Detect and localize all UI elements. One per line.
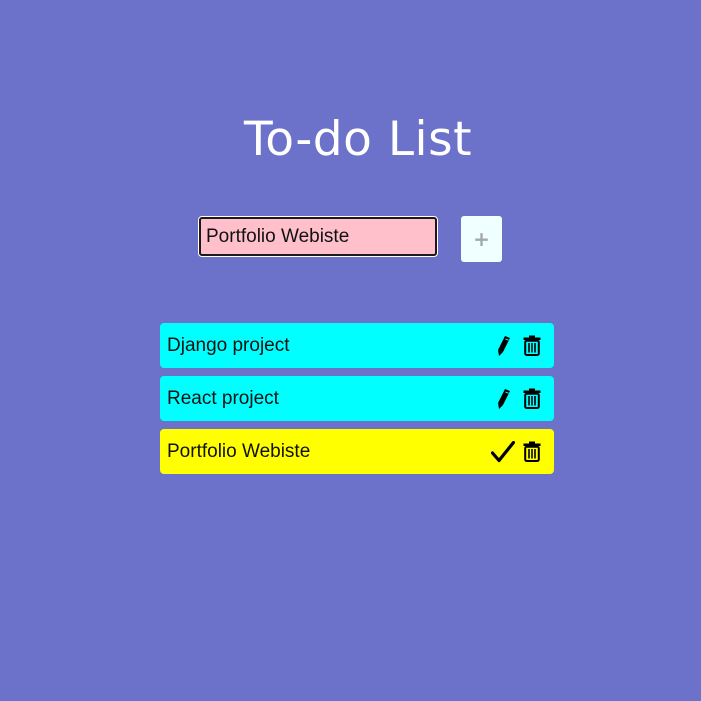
pencil-icon — [497, 388, 511, 410]
task-input[interactable] — [199, 217, 437, 256]
trash-icon — [523, 388, 541, 409]
edit-button[interactable] — [493, 333, 515, 358]
page-title: To-do List — [244, 112, 472, 167]
delete-button[interactable] — [521, 439, 543, 464]
trash-icon — [523, 441, 541, 462]
add-task-button[interactable]: + — [461, 216, 502, 262]
confirm-button[interactable] — [490, 439, 516, 464]
delete-button[interactable] — [521, 333, 543, 358]
edit-button[interactable] — [493, 386, 515, 411]
todo-item: React project — [160, 376, 554, 421]
delete-button[interactable] — [521, 386, 543, 411]
checkmark-icon — [491, 440, 515, 463]
todo-item: Portfolio Webiste — [160, 429, 554, 474]
todo-text: Django project — [167, 335, 290, 356]
trash-icon — [523, 335, 541, 356]
todo-text: React project — [167, 388, 279, 409]
pencil-icon — [497, 335, 511, 357]
todo-list: Django project React project Portfolio W… — [160, 323, 554, 474]
todo-item: Django project — [160, 323, 554, 368]
todo-text: Portfolio Webiste — [167, 441, 311, 462]
